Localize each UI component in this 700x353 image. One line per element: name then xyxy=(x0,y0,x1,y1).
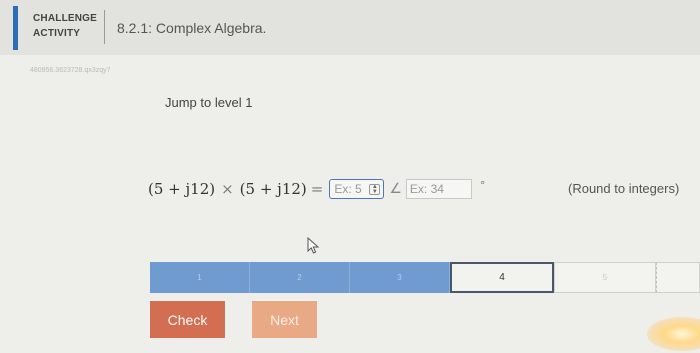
operand-a: (5 + j12) xyxy=(148,180,216,198)
level-step-1[interactable]: 1 xyxy=(150,262,250,293)
activity-header: CHALLENGE ACTIVITY 8.2.1: Complex Algebr… xyxy=(0,0,700,55)
level-progress: 1 2 3 4 5 xyxy=(150,262,700,293)
level-step-3[interactable]: 3 xyxy=(350,262,450,293)
operand-b: (5 + j12) xyxy=(239,180,307,198)
multiply-sign: × xyxy=(221,180,234,198)
magnitude-input[interactable]: Ex: 5 ▲ ▼ xyxy=(329,179,385,199)
magnitude-placeholder: Ex: 5 xyxy=(334,182,362,196)
activity-id: 480956.3623728.qx3zqy7 xyxy=(30,67,111,74)
equation-row: (5 + j12) × (5 + j12) = Ex: 5 ▲ ▼ ∠ Ex: 3… xyxy=(148,176,485,202)
mouse-pointer-icon xyxy=(307,237,320,254)
level-step-6[interactable] xyxy=(656,262,700,293)
rounding-instruction: (Round to integers) xyxy=(568,181,680,196)
activity-type-line1: CHALLENGE xyxy=(33,13,98,24)
angle-input[interactable]: Ex: 34 xyxy=(405,179,472,199)
degree-symbol: ° xyxy=(479,178,486,192)
level-step-4[interactable]: 4 xyxy=(450,262,554,293)
activity-title: 8.2.1: Complex Algebra. xyxy=(117,20,267,36)
level-step-5[interactable]: 5 xyxy=(554,262,656,293)
level-step-2[interactable]: 2 xyxy=(250,262,350,293)
angle-icon: ∠ xyxy=(389,181,402,197)
activity-type-label: CHALLENGE ACTIVITY xyxy=(33,11,97,41)
header-divider xyxy=(104,10,105,44)
check-button[interactable]: Check xyxy=(150,301,225,338)
next-button[interactable]: Next xyxy=(252,301,317,338)
header-accent-bar xyxy=(13,6,18,50)
screen-glare xyxy=(647,317,700,351)
activity-type-line2: ACTIVITY xyxy=(33,28,81,39)
jump-to-level-select[interactable]: Jump to level 1 xyxy=(165,95,252,110)
spinner-arrows-icon[interactable]: ▲ ▼ xyxy=(369,183,381,195)
equals-sign: = xyxy=(310,180,324,198)
